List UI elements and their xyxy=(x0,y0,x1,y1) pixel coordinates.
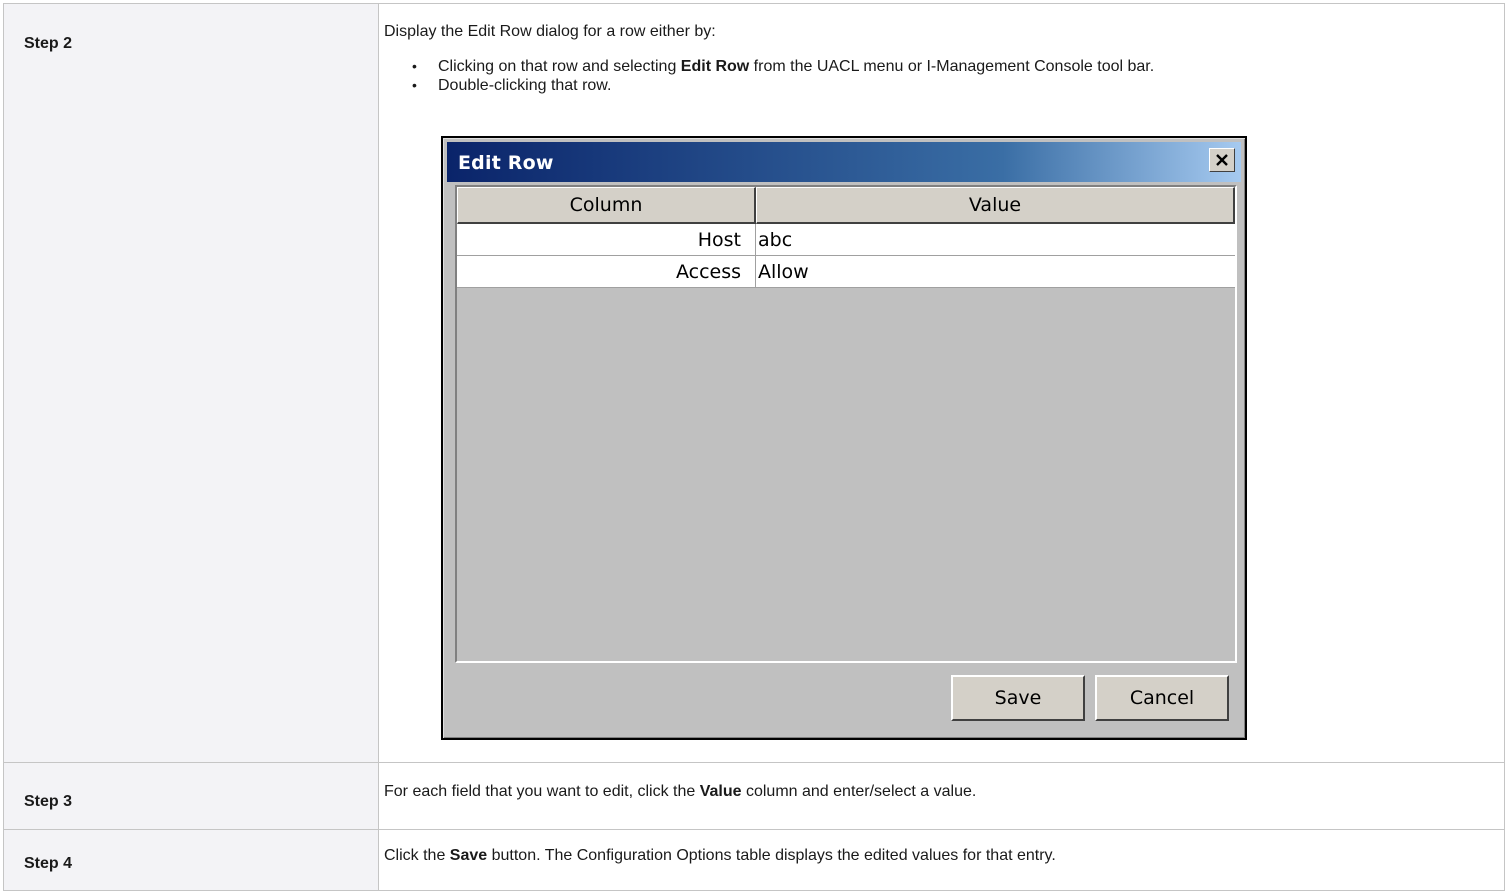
step-title: Step 3 xyxy=(24,793,73,810)
list-item: • Double-clicking that row. xyxy=(379,76,1504,95)
step-bold-text: Value xyxy=(699,783,742,800)
step-label-cell: Step 3 xyxy=(3,762,379,830)
step-intro: Display the Edit Row dialog for a row ei… xyxy=(384,23,716,40)
edit-row-grid: Column Value Host abc Access Allow xyxy=(455,185,1237,663)
grid-header: Column Value xyxy=(457,187,1235,224)
close-icon xyxy=(1216,153,1228,166)
step-label-cell: Step 2 xyxy=(3,3,379,763)
step-text: For each field that you want to edit, cl… xyxy=(379,763,1504,801)
save-button[interactable]: Save xyxy=(951,675,1085,721)
row-value-cell[interactable]: abc xyxy=(756,224,1235,255)
step-text: Click the Save button. The Configuration… xyxy=(379,830,1504,865)
step-title: Step 2 xyxy=(24,35,73,52)
step-content-cell: Click the Save button. The Configuration… xyxy=(378,829,1505,891)
bullet-list: • Clicking on that row and selecting Edi… xyxy=(379,57,1504,95)
step-bold-text: Save xyxy=(449,847,488,864)
edit-row-dialog: Edit Row Column Value Host abc Access Al… xyxy=(441,136,1247,740)
step-text-part: button. The Configuration Options table … xyxy=(487,847,1056,864)
bullet-text: Clicking on that row and selecting xyxy=(438,58,681,75)
step-row: Step 4 Click the Save button. The Config… xyxy=(3,829,1505,891)
bullet-icon: • xyxy=(412,58,417,74)
list-item: • Clicking on that row and selecting Edi… xyxy=(379,57,1504,76)
cancel-button[interactable]: Cancel xyxy=(1095,675,1229,721)
step-title: Step 4 xyxy=(24,855,73,872)
close-button[interactable] xyxy=(1209,148,1235,172)
table-row[interactable]: Host abc xyxy=(457,224,1235,256)
column-header-column[interactable]: Column xyxy=(457,187,756,224)
column-header-value[interactable]: Value xyxy=(756,187,1235,224)
step-text-part: Click the xyxy=(384,847,450,864)
step-text-part: For each field that you want to edit, cl… xyxy=(384,783,700,800)
step-row: Step 3 For each field that you want to e… xyxy=(3,762,1505,830)
row-column-name: Host xyxy=(457,224,756,255)
row-column-name: Access xyxy=(457,256,756,287)
step-label-cell: Step 4 xyxy=(3,829,379,891)
bullet-icon: • xyxy=(412,77,417,93)
dialog-titlebar[interactable]: Edit Row xyxy=(447,142,1241,182)
row-value-cell[interactable]: Allow xyxy=(756,256,1235,287)
dialog-title: Edit Row xyxy=(458,152,554,174)
bullet-text: from the UACL menu or I-Management Conso… xyxy=(749,58,1155,75)
step-text-part: column and enter/select a value. xyxy=(741,783,977,800)
bullet-text: Double-clicking that row. xyxy=(438,77,612,94)
table-row[interactable]: Access Allow xyxy=(457,256,1235,288)
step-content-cell: For each field that you want to edit, cl… xyxy=(378,762,1505,830)
bullet-bold-text: Edit Row xyxy=(680,58,750,75)
